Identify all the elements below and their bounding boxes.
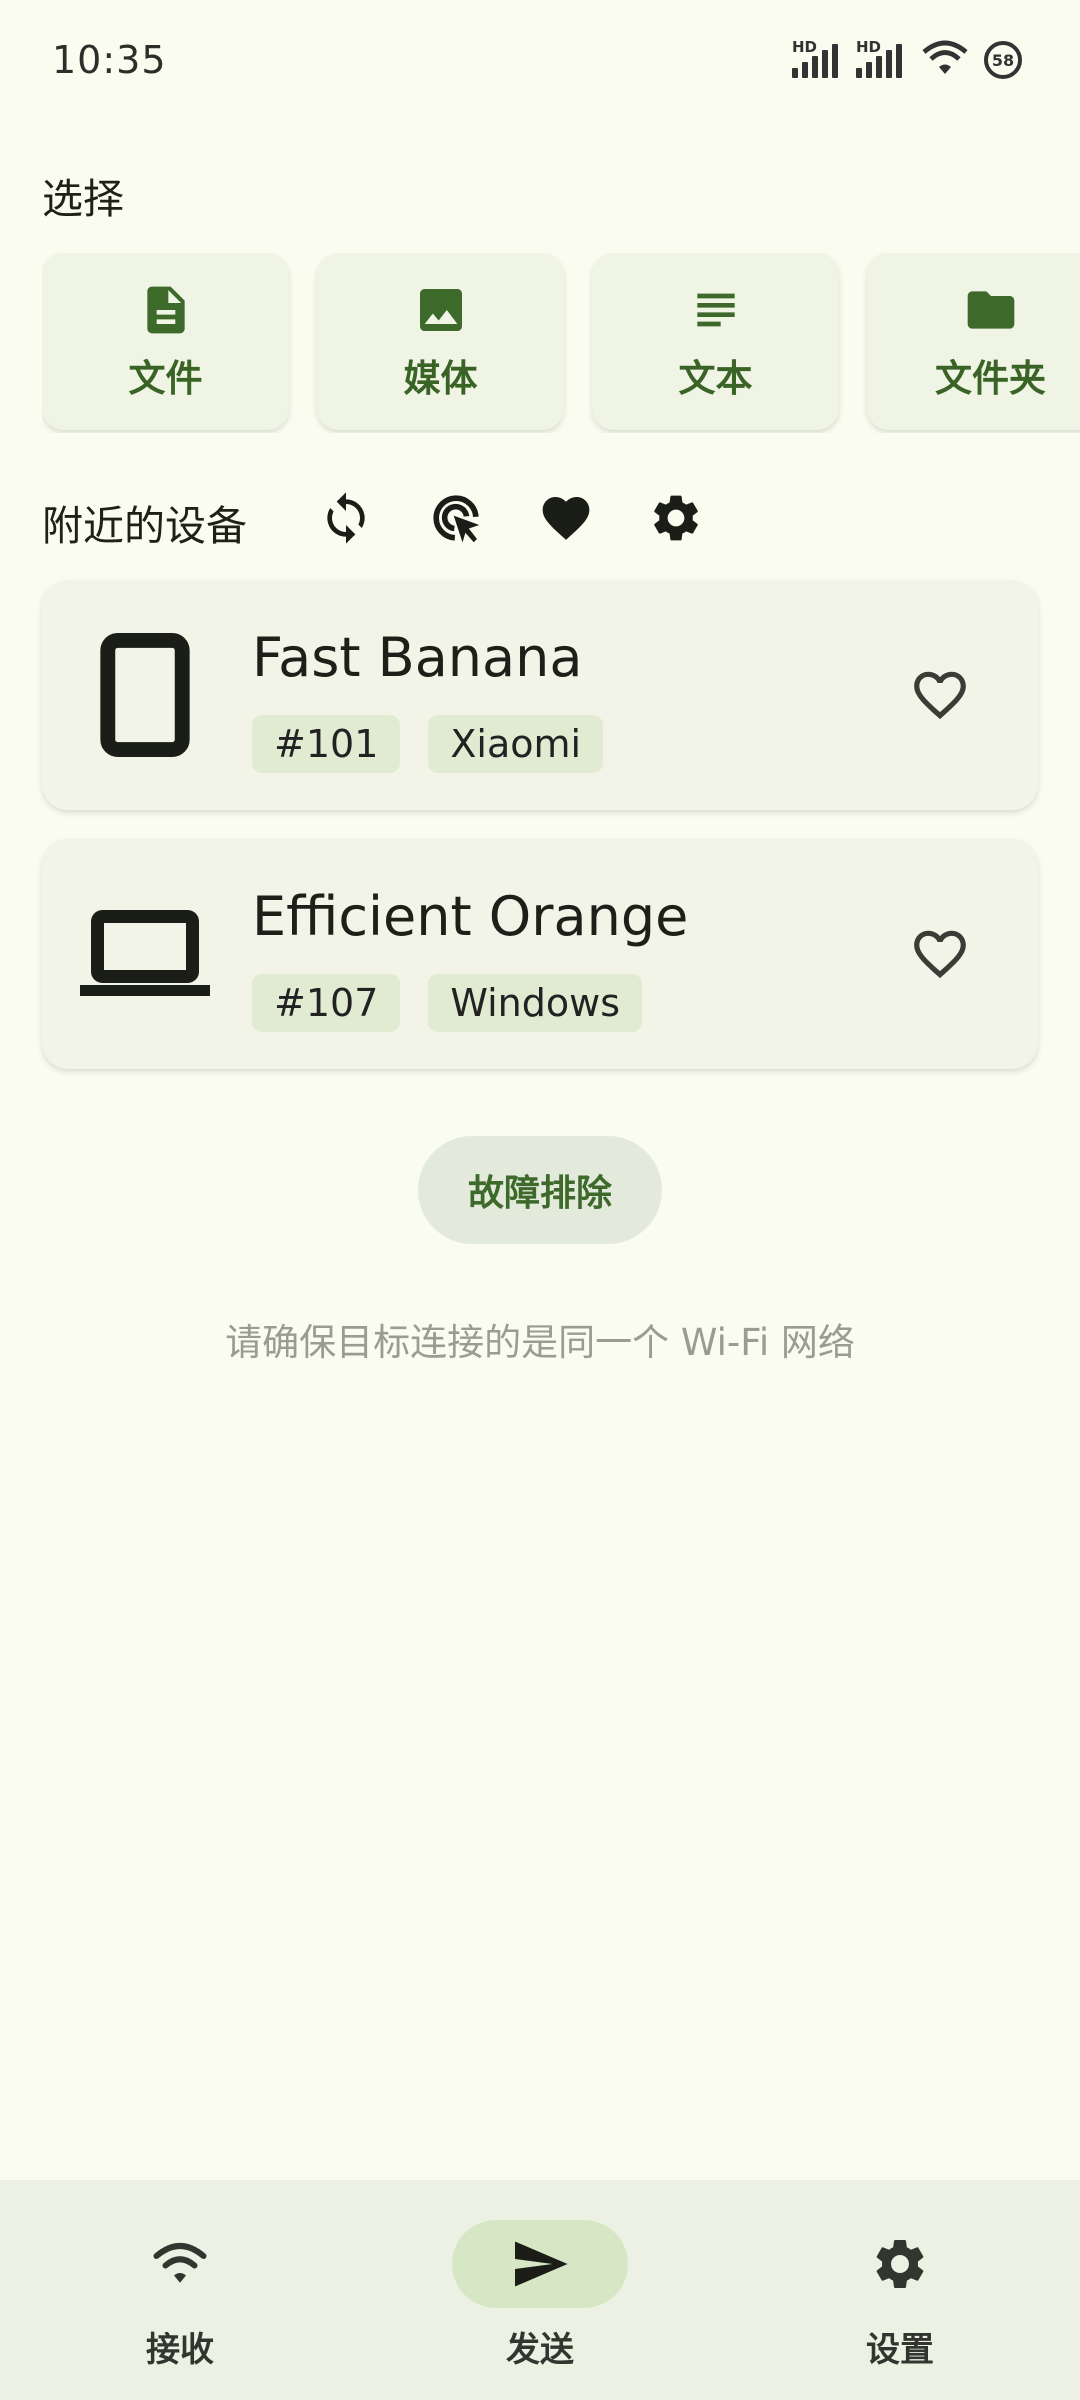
device-type-badge: Windows	[428, 974, 643, 1032]
send-to-ip-button[interactable]	[426, 488, 486, 548]
nearby-settings-button[interactable]	[646, 488, 706, 548]
nav-receive-label: 接收	[146, 2330, 214, 2370]
device-name: Efficient Orange	[252, 885, 689, 948]
select-media-button[interactable]: 媒体	[317, 253, 564, 430]
select-row: 文件 媒体 文本 文件夹	[42, 253, 1080, 433]
device-tags: #107 Windows	[252, 974, 643, 1032]
refresh-button[interactable]	[316, 488, 376, 548]
device-card[interactable]: Efficient Orange #107 Windows	[42, 839, 1038, 1069]
nav-send-label: 发送	[506, 2330, 574, 2370]
refresh-icon	[327, 492, 365, 544]
troubleshoot-button[interactable]: 故障排除	[418, 1136, 662, 1244]
send-icon	[515, 2241, 568, 2287]
cell-signal-2-icon: HD	[856, 38, 906, 80]
heart-outline-icon	[914, 671, 966, 720]
device-icon	[80, 630, 210, 760]
select-folder-label: 文件夹	[935, 356, 1046, 400]
favorite-toggle-button[interactable]	[908, 663, 972, 727]
device-type-badge: Xiaomi	[428, 715, 604, 773]
favorites-icon	[542, 497, 590, 540]
signal-hd-label: HD	[792, 38, 818, 56]
nearby-devices-title: 附近的设备	[42, 502, 247, 550]
target-cursor-icon	[433, 495, 480, 543]
image-icon	[419, 288, 462, 331]
nav-send-pill	[452, 2220, 628, 2308]
favorites-button[interactable]	[536, 488, 596, 548]
device-id-badge: #101	[252, 715, 401, 773]
status-bar: 10:35 HD HD 58	[0, 0, 1080, 128]
nav-receive[interactable]: 接收	[0, 2180, 360, 2400]
bottom-nav: 接收 发送 设置	[0, 2180, 1080, 2400]
file-icon	[146, 286, 185, 333]
wifi-status-icon	[922, 40, 968, 74]
text-icon	[696, 293, 735, 326]
laptop-icon	[80, 910, 210, 996]
settings-icon	[654, 495, 698, 541]
device-id-badge: #107	[252, 974, 401, 1032]
select-text-label: 文本	[678, 356, 753, 400]
device-tags: #101 Xiaomi	[252, 715, 604, 773]
wifi-hint-text: 请确保目标连接的是同一个 Wi-Fi 网络	[225, 1321, 855, 1364]
device-name: Fast Banana	[252, 626, 583, 689]
device-card[interactable]: Fast Banana #101 Xiaomi	[42, 580, 1038, 810]
nav-settings[interactable]: 设置	[720, 2180, 1080, 2400]
device-icon	[80, 889, 210, 1019]
select-title: 选择	[42, 175, 124, 223]
status-icons: HD HD 58	[792, 38, 1022, 80]
select-file-label: 文件	[128, 356, 203, 400]
heart-outline-icon	[914, 930, 966, 979]
favorite-toggle-button[interactable]	[908, 922, 972, 986]
status-time: 10:35	[52, 38, 167, 82]
folder-icon	[967, 290, 1014, 329]
gear-icon	[876, 2240, 924, 2288]
phone-icon	[100, 633, 190, 757]
nav-send[interactable]: 发送	[360, 2180, 720, 2400]
select-text-button[interactable]: 文本	[592, 253, 839, 430]
signal-hd-label: HD	[856, 38, 882, 56]
wifi-icon	[153, 2243, 207, 2283]
cell-signal-1-icon: HD	[792, 38, 842, 80]
nav-settings-pill	[812, 2220, 988, 2308]
nav-settings-label: 设置	[866, 2330, 934, 2370]
select-media-label: 媒体	[403, 356, 478, 400]
select-folder-button[interactable]: 文件夹	[867, 253, 1080, 430]
nav-receive-pill	[92, 2220, 268, 2308]
battery-icon: 58	[984, 41, 1022, 79]
select-file-button[interactable]: 文件	[42, 253, 289, 430]
